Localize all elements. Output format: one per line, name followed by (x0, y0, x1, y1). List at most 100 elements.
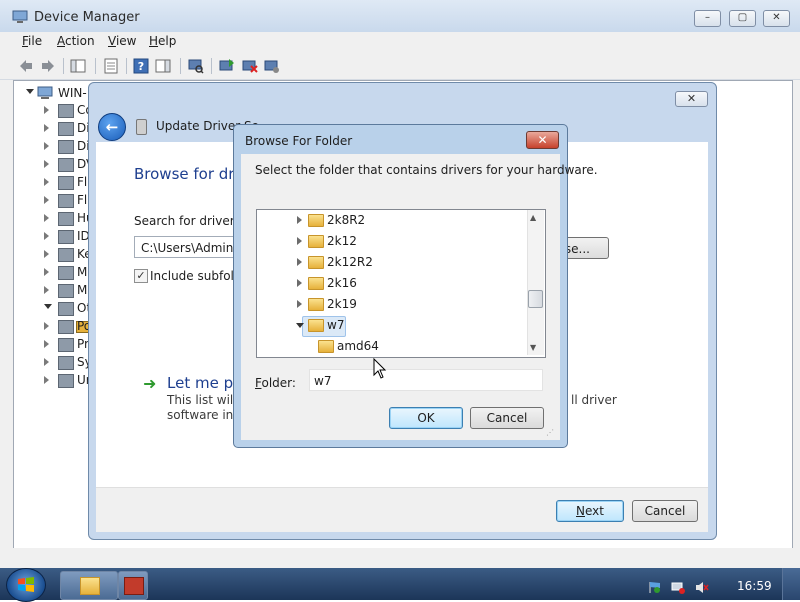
folder-expander[interactable] (297, 216, 302, 224)
tree-expander[interactable] (44, 124, 49, 132)
folder-item-label[interactable]: 2k8R2 (327, 213, 365, 227)
device-category-label[interactable]: Fl (77, 175, 87, 189)
mouse-pointer-icon (373, 358, 387, 379)
minimize-button[interactable]: – (694, 10, 721, 27)
toolbar-separator (63, 58, 64, 74)
close-window-button[interactable]: ✕ (763, 10, 790, 27)
let-me-pick-link[interactable]: Let me pi (167, 374, 237, 392)
back-button[interactable]: ← (98, 113, 126, 141)
device-category-icon (58, 104, 74, 118)
update-driver-icon[interactable] (219, 58, 235, 74)
back-arrow-icon[interactable] (18, 58, 34, 74)
taskbar-explorer-button[interactable] (60, 571, 118, 600)
disable-device-icon[interactable] (264, 58, 280, 74)
taskbar-device-manager-button[interactable] (118, 571, 148, 600)
folder-item-label[interactable]: 2k16 (327, 276, 357, 290)
device-category-label[interactable]: Fl (77, 193, 87, 207)
browse-for-folder-close-button[interactable]: ✕ (526, 131, 559, 149)
network-icon[interactable] (671, 581, 685, 594)
folder-icon (80, 577, 100, 595)
properties-icon[interactable] (103, 58, 119, 74)
tree-expander[interactable] (44, 214, 49, 222)
svg-text:?: ? (138, 60, 144, 73)
tree-expander[interactable] (44, 250, 49, 258)
action-center-flag-icon[interactable] (648, 581, 662, 594)
menu-file[interactable]: File (22, 34, 42, 48)
folder-expander[interactable] (297, 279, 302, 287)
tree-expander[interactable] (44, 340, 49, 348)
device-category-icon (58, 122, 74, 136)
menu-help[interactable]: Help (149, 34, 176, 48)
device-category-icon (58, 140, 74, 154)
browse-cancel-button[interactable]: Cancel (470, 407, 544, 429)
show-hide-console-tree-icon[interactable] (70, 58, 86, 74)
ok-button[interactable]: OK (389, 407, 463, 429)
maximize-button[interactable]: ▢ (729, 10, 756, 27)
tree-expander[interactable] (44, 286, 49, 294)
scan-hardware-icon[interactable] (188, 58, 204, 74)
tree-expander[interactable] (44, 178, 49, 186)
clock-time[interactable]: 16:59 (737, 579, 772, 593)
folder-icon (308, 277, 324, 290)
uninstall-device-icon[interactable] (242, 58, 258, 74)
let-me-pick-description: software in t (167, 408, 242, 422)
volume-muted-icon[interactable] (695, 581, 709, 594)
tree-expander[interactable] (44, 232, 49, 240)
tree-expander[interactable] (44, 376, 49, 384)
device-category-icon (58, 356, 74, 370)
browse-for-folder-title: Browse For Folder (245, 134, 353, 148)
help-icon[interactable]: ? (133, 58, 149, 74)
folder-expander[interactable] (296, 323, 304, 328)
tree-expander[interactable] (44, 304, 52, 309)
toolbar-separator (126, 58, 127, 74)
tree-expander[interactable] (44, 358, 49, 366)
folder-icon (308, 298, 324, 311)
show-desktop-button[interactable] (782, 568, 800, 600)
folder-name-input[interactable]: w7 (309, 369, 543, 391)
folder-item-label[interactable]: w7 (327, 318, 344, 332)
window-title: Device Manager (34, 10, 140, 25)
action-pane-icon[interactable] (155, 58, 171, 74)
device-category-label[interactable]: M (77, 265, 87, 279)
tree-expander[interactable] (44, 160, 49, 168)
tree-expander[interactable] (44, 196, 49, 204)
start-button[interactable] (6, 568, 46, 602)
menu-view[interactable]: View (108, 34, 136, 48)
folder-tree-scrollbar[interactable] (527, 210, 544, 355)
forward-arrow-icon[interactable] (40, 58, 56, 74)
folder-item-label[interactable]: 2k19 (327, 297, 357, 311)
device-manager-taskbar-icon (124, 577, 144, 595)
next-button[interactable]: Next (556, 500, 624, 522)
device-category-icon (58, 248, 74, 262)
folder-expander[interactable] (297, 258, 302, 266)
device-category-icon (58, 302, 74, 316)
tree-expander[interactable] (44, 106, 49, 114)
folder-icon (308, 235, 324, 248)
folder-expander[interactable] (297, 237, 302, 245)
scroll-down-arrow-icon[interactable]: ▼ (530, 343, 536, 352)
scrollbar-thumb[interactable] (528, 290, 543, 308)
device-category-label[interactable]: M (77, 283, 87, 297)
tree-expander[interactable] (44, 142, 49, 150)
status-bar (0, 548, 800, 568)
windows-logo-icon (18, 577, 34, 592)
tree-root-label: WIN- (58, 86, 87, 100)
resize-grip-icon[interactable]: ⋰ (546, 428, 556, 438)
folder-item-label[interactable]: 2k12 (327, 234, 357, 248)
device-category-icon (58, 194, 74, 208)
tree-expander-open[interactable] (26, 89, 34, 94)
tree-expander[interactable] (44, 268, 49, 276)
menu-action[interactable]: Action (57, 34, 95, 48)
let-me-pick-description: This list will (167, 393, 237, 407)
folder-expander[interactable] (297, 300, 302, 308)
cancel-button[interactable]: Cancel (632, 500, 698, 522)
tree-expander[interactable] (44, 322, 49, 330)
scroll-up-arrow-icon[interactable]: ▲ (530, 213, 536, 222)
folder-item-label[interactable]: 2k12R2 (327, 255, 373, 269)
update-driver-close-button[interactable]: ✕ (675, 91, 708, 107)
device-category-icon (58, 212, 74, 226)
device-category-icon (58, 176, 74, 190)
toolbar (0, 53, 800, 80)
include-subfolders-checkbox[interactable]: ✓ (134, 269, 148, 283)
folder-item-label[interactable]: amd64 (337, 339, 379, 353)
